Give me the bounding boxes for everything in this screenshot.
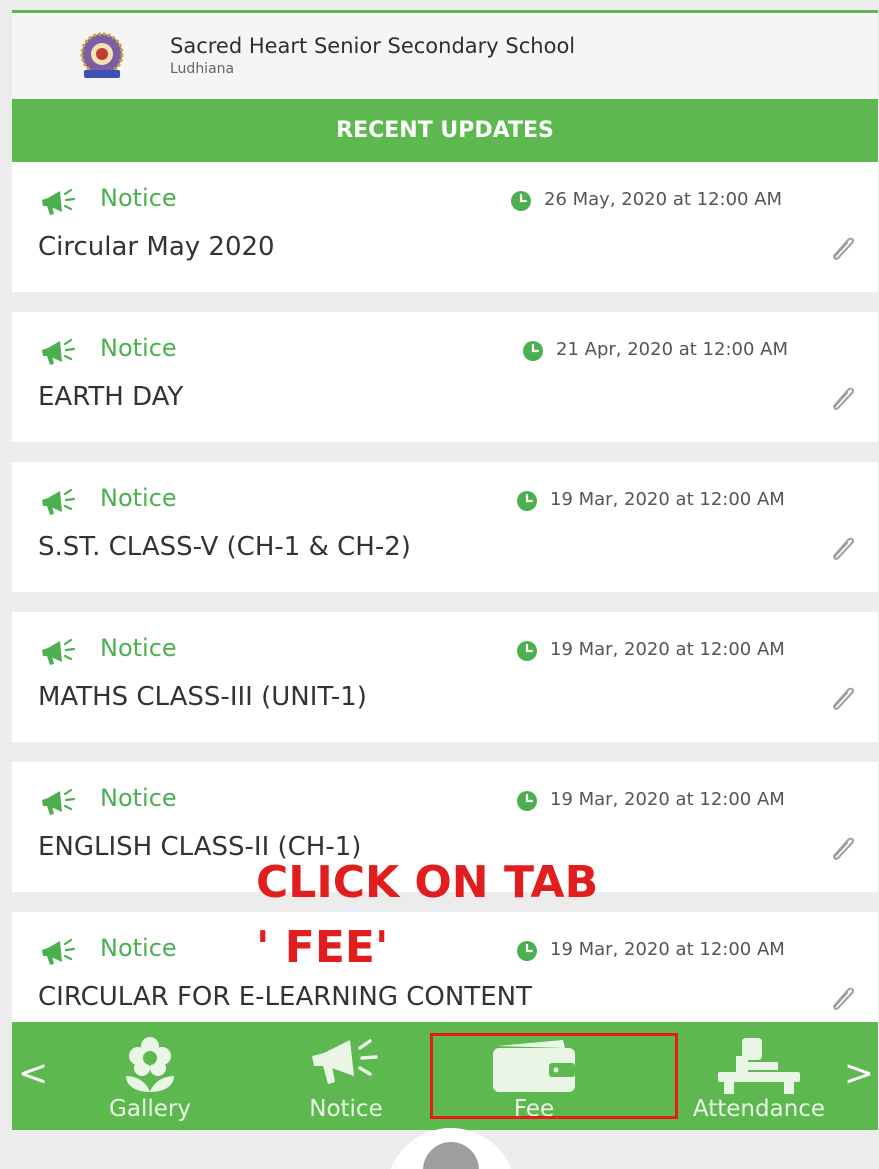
home-dot-icon — [423, 1142, 479, 1169]
desk-icon — [718, 1038, 800, 1094]
update-title[interactable]: S.ST. CLASS-V (CH-1 & CH-2) — [38, 532, 411, 562]
school-city: Ludhiana — [170, 61, 235, 77]
megaphone-icon — [42, 338, 76, 365]
megaphone-icon — [42, 638, 76, 665]
megaphone-icon — [42, 488, 76, 515]
update-title[interactable]: EARTH DAY — [38, 382, 183, 412]
clock-icon — [517, 941, 537, 961]
home-button[interactable] — [386, 1128, 516, 1169]
recent-updates-banner: RECENT UPDATES — [12, 99, 878, 162]
megaphone-icon — [42, 188, 76, 215]
update-date: 26 May, 2020 at 12:00 AM — [544, 189, 783, 210]
instruction-annotation: CLICK ON TAB — [256, 857, 599, 908]
clock-icon — [517, 641, 537, 661]
scroll-left-arrow[interactable]: < — [18, 1054, 48, 1094]
school-logo-icon — [80, 32, 124, 78]
update-date: 19 Mar, 2020 at 12:00 AM — [550, 789, 785, 810]
update-date: 19 Mar, 2020 at 12:00 AM — [550, 939, 785, 960]
update-card[interactable]: Notice 19 Mar, 2020 at 12:00 AM S.ST. CL… — [12, 462, 878, 592]
attachment-icon[interactable] — [826, 982, 858, 1012]
tab-notice[interactable]: Notice — [276, 1022, 416, 1130]
tab-notice-label: Notice — [309, 1096, 383, 1122]
update-title[interactable]: CIRCULAR FOR E-LEARNING CONTENT — [38, 982, 532, 1012]
notice-type-label: Notice — [100, 634, 177, 662]
attachment-icon[interactable] — [826, 682, 858, 712]
update-card[interactable]: Notice 21 Apr, 2020 at 12:00 AM EARTH DA… — [12, 312, 878, 442]
megaphone-icon — [42, 938, 76, 965]
notice-type-label: Notice — [100, 484, 177, 512]
school-name: Sacred Heart Senior Secondary School — [170, 34, 576, 58]
update-date: 21 Apr, 2020 at 12:00 AM — [556, 339, 788, 360]
notice-type-label: Notice — [100, 334, 177, 362]
tab-attendance-label: Attendance — [692, 1096, 826, 1122]
clock-icon — [511, 191, 531, 211]
flower-icon — [126, 1037, 174, 1092]
app-header: Sacred Heart Senior Secondary School Lud… — [12, 13, 878, 99]
instruction-annotation-fee: ' FEE' — [256, 922, 389, 973]
update-title[interactable]: MATHS CLASS-III (UNIT-1) — [38, 682, 367, 712]
tab-gallery[interactable]: Gallery — [80, 1022, 220, 1130]
megaphone-icon — [42, 788, 76, 815]
update-card[interactable]: Notice 26 May, 2020 at 12:00 AM Circular… — [12, 162, 878, 292]
update-date: 19 Mar, 2020 at 12:00 AM — [550, 639, 785, 660]
notice-type-label: Notice — [100, 184, 177, 212]
megaphone-icon — [312, 1039, 378, 1084]
notice-type-label: Notice — [100, 934, 177, 962]
clock-icon — [523, 341, 543, 361]
clock-icon — [517, 791, 537, 811]
attachment-icon[interactable] — [826, 382, 858, 412]
notice-type-label: Notice — [100, 784, 177, 812]
update-date: 19 Mar, 2020 at 12:00 AM — [550, 489, 785, 510]
fee-tab-highlight — [430, 1033, 678, 1119]
attachment-icon[interactable] — [826, 832, 858, 862]
tab-gallery-label: Gallery — [109, 1096, 191, 1122]
attachment-icon[interactable] — [826, 532, 858, 562]
tab-attendance[interactable]: Attendance — [664, 1022, 854, 1130]
update-title[interactable]: Circular May 2020 — [38, 232, 275, 262]
clock-icon — [517, 491, 537, 511]
attachment-icon[interactable] — [826, 232, 858, 262]
update-card[interactable]: Notice 19 Mar, 2020 at 12:00 AM MATHS CL… — [12, 612, 878, 742]
